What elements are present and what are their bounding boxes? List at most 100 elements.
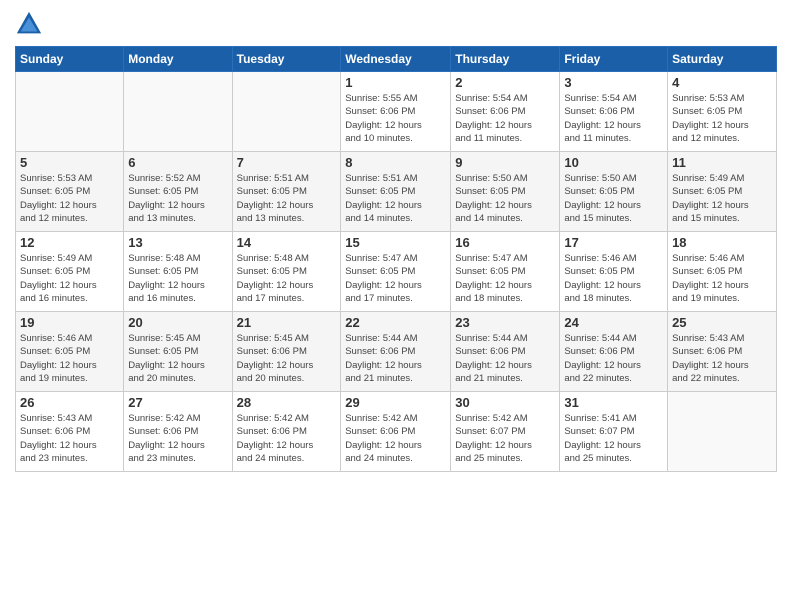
day-number: 14 — [237, 235, 337, 250]
calendar: SundayMondayTuesdayWednesdayThursdayFrid… — [15, 46, 777, 472]
day-info: Sunrise: 5:42 AM Sunset: 6:06 PM Dayligh… — [345, 412, 446, 465]
day-number: 7 — [237, 155, 337, 170]
day-info: Sunrise: 5:49 AM Sunset: 6:05 PM Dayligh… — [20, 252, 119, 305]
day-cell: 30 Sunrise: 5:42 AM Sunset: 6:07 PM Dayli… — [451, 392, 560, 472]
day-number: 31 — [564, 395, 663, 410]
day-cell: 28 Sunrise: 5:42 AM Sunset: 6:06 PM Dayli… — [232, 392, 341, 472]
day-info: Sunrise: 5:48 AM Sunset: 6:05 PM Dayligh… — [237, 252, 337, 305]
day-number: 22 — [345, 315, 446, 330]
day-info: Sunrise: 5:43 AM Sunset: 6:06 PM Dayligh… — [672, 332, 772, 385]
day-number: 5 — [20, 155, 119, 170]
day-number: 26 — [20, 395, 119, 410]
day-number: 13 — [128, 235, 227, 250]
day-cell: 4Sunrise: 5:53 AM Sunset: 6:05 PM Daylig… — [668, 72, 777, 152]
day-info: Sunrise: 5:55 AM Sunset: 6:06 PM Dayligh… — [345, 92, 446, 145]
day-info: Sunrise: 5:45 AM Sunset: 6:05 PM Dayligh… — [128, 332, 227, 385]
day-info: Sunrise: 5:53 AM Sunset: 6:05 PM Dayligh… — [20, 172, 119, 225]
day-info: Sunrise: 5:42 AM Sunset: 6:06 PM Dayligh… — [128, 412, 227, 465]
day-number: 20 — [128, 315, 227, 330]
day-number: 28 — [237, 395, 337, 410]
day-cell: 18Sunrise: 5:46 AM Sunset: 6:05 PM Dayli… — [668, 232, 777, 312]
weekday-header-tuesday: Tuesday — [232, 47, 341, 72]
day-info: Sunrise: 5:50 AM Sunset: 6:05 PM Dayligh… — [455, 172, 555, 225]
day-info: Sunrise: 5:52 AM Sunset: 6:05 PM Dayligh… — [128, 172, 227, 225]
day-info: Sunrise: 5:47 AM Sunset: 6:05 PM Dayligh… — [345, 252, 446, 305]
day-cell: 12 Sunrise: 5:49 AM Sunset: 6:05 PM Dayli… — [16, 232, 124, 312]
weekday-header-saturday: Saturday — [668, 47, 777, 72]
day-cell: 8 Sunrise: 5:51 AM Sunset: 6:05 PM Daylig… — [341, 152, 451, 232]
day-info: Sunrise: 5:44 AM Sunset: 6:06 PM Dayligh… — [564, 332, 663, 385]
day-info: Sunrise: 5:51 AM Sunset: 6:05 PM Dayligh… — [345, 172, 446, 225]
day-number: 29 — [345, 395, 446, 410]
week-row-4: 19 Sunrise: 5:46 AM Sunset: 6:05 PM Dayli… — [16, 312, 777, 392]
page: SundayMondayTuesdayWednesdayThursdayFrid… — [0, 0, 792, 612]
day-number: 2 — [455, 75, 555, 90]
day-info: Sunrise: 5:49 AM Sunset: 6:05 PM Dayligh… — [672, 172, 772, 225]
day-info: Sunrise: 5:46 AM Sunset: 6:05 PM Dayligh… — [20, 332, 119, 385]
day-info: Sunrise: 5:48 AM Sunset: 6:05 PM Dayligh… — [128, 252, 227, 305]
day-cell: 7 Sunrise: 5:51 AM Sunset: 6:05 PM Daylig… — [232, 152, 341, 232]
day-info: Sunrise: 5:53 AM Sunset: 6:05 PM Dayligh… — [672, 92, 772, 145]
day-info: Sunrise: 5:47 AM Sunset: 6:05 PM Dayligh… — [455, 252, 555, 305]
day-number: 1 — [345, 75, 446, 90]
day-cell — [124, 72, 232, 152]
day-cell: 17 Sunrise: 5:46 AM Sunset: 6:05 PM Dayli… — [560, 232, 668, 312]
day-number: 8 — [345, 155, 446, 170]
day-number: 9 — [455, 155, 555, 170]
day-cell: 9 Sunrise: 5:50 AM Sunset: 6:05 PM Daylig… — [451, 152, 560, 232]
day-number: 21 — [237, 315, 337, 330]
day-number: 23 — [455, 315, 555, 330]
day-cell: 26Sunrise: 5:43 AM Sunset: 6:06 PM Dayli… — [16, 392, 124, 472]
day-cell — [232, 72, 341, 152]
day-info: Sunrise: 5:46 AM Sunset: 6:05 PM Dayligh… — [564, 252, 663, 305]
day-number: 24 — [564, 315, 663, 330]
day-cell: 21Sunrise: 5:45 AM Sunset: 6:06 PM Dayli… — [232, 312, 341, 392]
day-cell: 14 Sunrise: 5:48 AM Sunset: 6:05 PM Dayli… — [232, 232, 341, 312]
day-info: Sunrise: 5:42 AM Sunset: 6:07 PM Dayligh… — [455, 412, 555, 465]
weekday-header-thursday: Thursday — [451, 47, 560, 72]
day-cell: 24 Sunrise: 5:44 AM Sunset: 6:06 PM Dayli… — [560, 312, 668, 392]
day-cell: 27 Sunrise: 5:42 AM Sunset: 6:06 PM Dayli… — [124, 392, 232, 472]
week-row-3: 12 Sunrise: 5:49 AM Sunset: 6:05 PM Dayli… — [16, 232, 777, 312]
day-cell: 5 Sunrise: 5:53 AM Sunset: 6:05 PM Daylig… — [16, 152, 124, 232]
day-info: Sunrise: 5:54 AM Sunset: 6:06 PM Dayligh… — [564, 92, 663, 145]
week-row-1: 1 Sunrise: 5:55 AM Sunset: 6:06 PM Daylig… — [16, 72, 777, 152]
day-info: Sunrise: 5:42 AM Sunset: 6:06 PM Dayligh… — [237, 412, 337, 465]
day-cell — [16, 72, 124, 152]
weekday-header-friday: Friday — [560, 47, 668, 72]
day-cell: 15Sunrise: 5:47 AM Sunset: 6:05 PM Dayli… — [341, 232, 451, 312]
day-cell: 13 Sunrise: 5:48 AM Sunset: 6:05 PM Dayli… — [124, 232, 232, 312]
day-number: 19 — [20, 315, 119, 330]
day-number: 12 — [20, 235, 119, 250]
week-row-2: 5 Sunrise: 5:53 AM Sunset: 6:05 PM Daylig… — [16, 152, 777, 232]
day-cell: 31 Sunrise: 5:41 AM Sunset: 6:07 PM Dayli… — [560, 392, 668, 472]
day-info: Sunrise: 5:44 AM Sunset: 6:06 PM Dayligh… — [345, 332, 446, 385]
day-number: 18 — [672, 235, 772, 250]
day-cell: 11 Sunrise: 5:49 AM Sunset: 6:05 PM Dayli… — [668, 152, 777, 232]
header — [15, 10, 777, 38]
weekday-header-wednesday: Wednesday — [341, 47, 451, 72]
day-cell: 16Sunrise: 5:47 AM Sunset: 6:05 PM Dayli… — [451, 232, 560, 312]
weekday-header-sunday: Sunday — [16, 47, 124, 72]
day-info: Sunrise: 5:50 AM Sunset: 6:05 PM Dayligh… — [564, 172, 663, 225]
day-number: 30 — [455, 395, 555, 410]
day-info: Sunrise: 5:51 AM Sunset: 6:05 PM Dayligh… — [237, 172, 337, 225]
day-cell: 2 Sunrise: 5:54 AM Sunset: 6:06 PM Daylig… — [451, 72, 560, 152]
day-cell: 20 Sunrise: 5:45 AM Sunset: 6:05 PM Dayli… — [124, 312, 232, 392]
logo-icon — [15, 10, 43, 38]
logo — [15, 10, 47, 38]
day-number: 11 — [672, 155, 772, 170]
day-info: Sunrise: 5:54 AM Sunset: 6:06 PM Dayligh… — [455, 92, 555, 145]
day-number: 3 — [564, 75, 663, 90]
day-number: 17 — [564, 235, 663, 250]
day-cell: 1 Sunrise: 5:55 AM Sunset: 6:06 PM Daylig… — [341, 72, 451, 152]
day-cell: 25 Sunrise: 5:43 AM Sunset: 6:06 PM Dayli… — [668, 312, 777, 392]
day-info: Sunrise: 5:41 AM Sunset: 6:07 PM Dayligh… — [564, 412, 663, 465]
day-number: 6 — [128, 155, 227, 170]
day-cell: 29 Sunrise: 5:42 AM Sunset: 6:06 PM Dayli… — [341, 392, 451, 472]
weekday-header-row: SundayMondayTuesdayWednesdayThursdayFrid… — [16, 47, 777, 72]
day-number: 25 — [672, 315, 772, 330]
day-number: 27 — [128, 395, 227, 410]
week-row-5: 26Sunrise: 5:43 AM Sunset: 6:06 PM Dayli… — [16, 392, 777, 472]
day-cell: 10Sunrise: 5:50 AM Sunset: 6:05 PM Dayli… — [560, 152, 668, 232]
